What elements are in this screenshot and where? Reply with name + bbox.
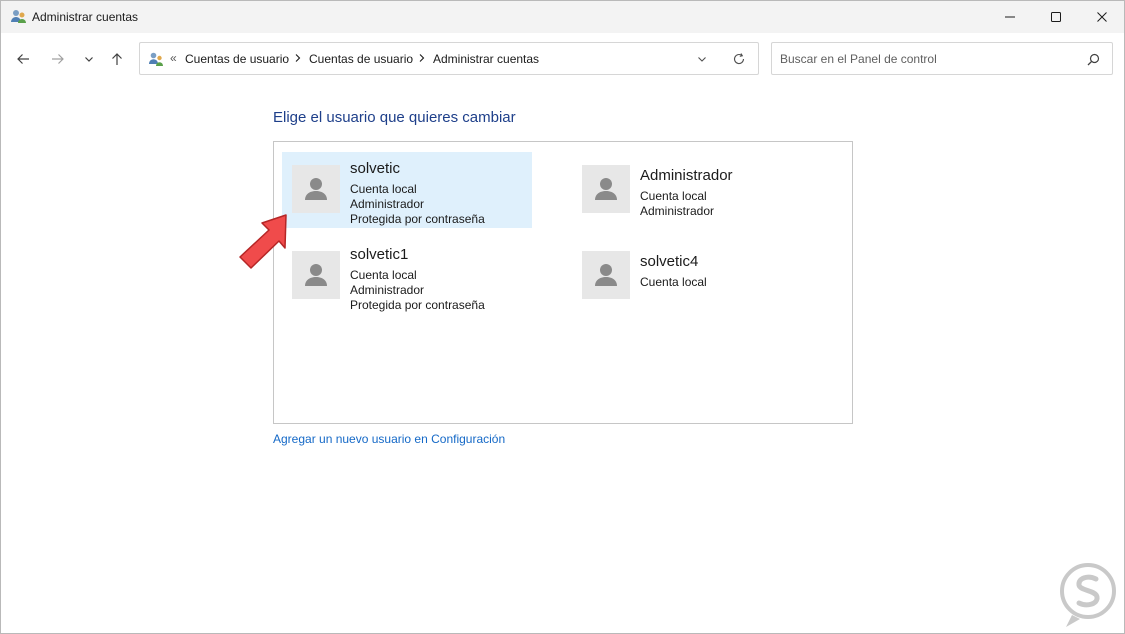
breadcrumb-current[interactable]: Administrar cuentas bbox=[433, 52, 539, 66]
arrow-right-icon bbox=[52, 54, 64, 64]
forward-button[interactable] bbox=[46, 47, 70, 71]
account-details: Cuenta local bbox=[640, 275, 707, 290]
account-role: Administrador bbox=[350, 283, 425, 297]
account-role: Administrador bbox=[350, 197, 425, 211]
search-input[interactable] bbox=[773, 44, 1073, 73]
refresh-icon[interactable] bbox=[732, 52, 746, 66]
arrow-up-icon bbox=[112, 53, 122, 65]
account-type: Cuenta local bbox=[350, 268, 417, 282]
account-password-status: Protegida por contraseña bbox=[350, 298, 485, 312]
back-button[interactable] bbox=[11, 47, 35, 71]
breadcrumb-item[interactable]: Cuentas de usuario bbox=[185, 52, 289, 66]
minimize-button[interactable] bbox=[987, 1, 1033, 33]
page-heading: Elige el usuario que quieres cambiar bbox=[273, 109, 516, 126]
account-details: Cuenta local Administrador Protegida por… bbox=[350, 268, 485, 313]
control-panel-icon bbox=[149, 52, 163, 66]
address-bar[interactable]: « Cuentas de usuario Cuentas de usuario … bbox=[139, 42, 759, 75]
up-button[interactable] bbox=[105, 47, 129, 71]
maximize-button[interactable] bbox=[1033, 1, 1079, 33]
add-user-link[interactable]: Agregar un nuevo usuario en Configuració… bbox=[273, 432, 505, 446]
maximize-icon bbox=[1051, 12, 1061, 22]
title-bar: Administrar cuentas bbox=[1, 1, 1124, 33]
account-type: Cuenta local bbox=[640, 189, 707, 203]
chevron-down-icon[interactable] bbox=[696, 53, 708, 65]
red-arrow-pointer-icon bbox=[239, 214, 287, 269]
window-title: Administrar cuentas bbox=[32, 10, 139, 24]
user-avatar-icon bbox=[582, 165, 630, 213]
arrow-left-icon bbox=[17, 54, 29, 64]
account-password-status: Protegida por contraseña bbox=[350, 212, 485, 226]
window: Administrar cuentas « Cuentas de usuario… bbox=[0, 0, 1125, 634]
accounts-list: solvetic Cuenta local Administrador Prot… bbox=[273, 141, 853, 424]
watermark-logo-icon bbox=[1060, 563, 1116, 627]
breadcrumb-item[interactable]: Cuentas de usuario bbox=[309, 52, 413, 66]
account-tile-administrador[interactable]: Administrador Cuenta local Administrador bbox=[572, 159, 822, 235]
recent-locations-button[interactable] bbox=[77, 47, 101, 71]
navigation-toolbar: « Cuentas de usuario Cuentas de usuario … bbox=[1, 33, 1124, 85]
search-icon[interactable] bbox=[1087, 53, 1100, 66]
close-button[interactable] bbox=[1079, 1, 1125, 33]
account-type: Cuenta local bbox=[640, 275, 707, 289]
chevron-right-icon[interactable] bbox=[418, 52, 426, 64]
account-details: Cuenta local Administrador bbox=[640, 189, 714, 219]
account-tile-solvetic4[interactable]: solvetic4 Cuenta local bbox=[572, 245, 822, 321]
hidden-crumbs-chevron[interactable]: « bbox=[170, 51, 177, 65]
user-accounts-icon bbox=[11, 10, 26, 23]
account-tile-solvetic[interactable]: solvetic Cuenta local Administrador Prot… bbox=[282, 152, 532, 228]
account-role: Administrador bbox=[640, 204, 715, 218]
close-icon bbox=[1097, 12, 1107, 22]
user-avatar-icon bbox=[292, 165, 340, 213]
account-tile-solvetic1[interactable]: solvetic1 Cuenta local Administrador Pro… bbox=[282, 238, 532, 314]
user-avatar-icon bbox=[582, 251, 630, 299]
account-type: Cuenta local bbox=[350, 182, 417, 196]
account-name: Administrador bbox=[640, 167, 733, 184]
account-name: solvetic4 bbox=[640, 253, 699, 270]
search-box bbox=[771, 42, 1113, 75]
minimize-icon bbox=[1005, 16, 1015, 18]
account-name: solvetic bbox=[350, 160, 401, 177]
account-name: solvetic1 bbox=[350, 246, 409, 263]
chevron-down-icon bbox=[85, 57, 93, 62]
chevron-right-icon[interactable] bbox=[294, 52, 302, 64]
account-details: Cuenta local Administrador Protegida por… bbox=[350, 182, 485, 227]
user-avatar-icon bbox=[292, 251, 340, 299]
